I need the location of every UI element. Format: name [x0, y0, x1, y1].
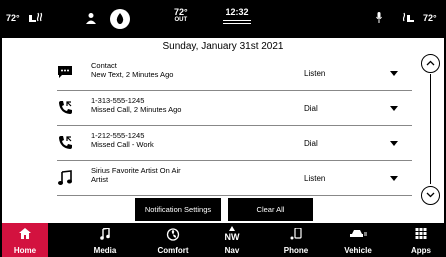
clock: 12:32 [222, 7, 252, 24]
nav-vehicle-label: Vehicle [344, 246, 372, 255]
home-icon [19, 228, 31, 239]
chevron-down-icon[interactable] [390, 176, 398, 181]
notification-panel: Sunday, January 31st 2021 Contact New Te… [2, 38, 444, 223]
notification-date: Sunday, January 31st 2021 [162, 41, 284, 52]
nav-media[interactable]: Media [82, 223, 128, 257]
nav-comfort-label: Comfort [157, 246, 189, 255]
notification-subtitle: Missed Call, 2 Minutes Ago [91, 105, 182, 114]
dial-action[interactable]: Dial [304, 104, 318, 113]
chevron-down-icon[interactable] [390, 141, 398, 146]
notification-subtitle: New Text, 2 Minutes Ago [91, 70, 174, 79]
apps-grid-icon [415, 228, 427, 239]
notification-title: Contact [91, 61, 117, 70]
status-bar: 72° 72° OUT 12:32 72° [0, 0, 446, 38]
nav-phone[interactable]: Phone [275, 223, 317, 257]
passenger-seat-icon[interactable] [402, 11, 419, 25]
nav-nav-label: Nav [224, 246, 240, 255]
nav-media-label: Media [93, 246, 117, 255]
notification-row[interactable]: 1-313-555-1245 Missed Call, 2 Minutes Ag… [57, 92, 412, 126]
notification-title: Sirius Favorite Artist On Air [91, 166, 181, 175]
scroll-up-button[interactable] [421, 54, 440, 73]
message-icon [57, 65, 79, 83]
notification-row[interactable]: 1-212-555-1245 Missed Call - Work Dial [57, 127, 412, 161]
missed-call-icon [57, 100, 79, 118]
listen-action[interactable]: Listen [304, 174, 325, 183]
user-profile-icon[interactable] [86, 12, 96, 26]
nav-apps-label: Apps [411, 246, 431, 255]
chevron-down-icon[interactable] [390, 71, 398, 76]
nav-navigation[interactable]: NW Nav [212, 223, 252, 257]
music-note-icon [57, 170, 79, 188]
outside-temp-value: 72° [174, 7, 188, 17]
notification-row[interactable]: Contact New Text, 2 Minutes Ago Listen [57, 57, 412, 91]
nav-comfort[interactable]: Comfort [148, 223, 198, 257]
scroll-track[interactable] [430, 74, 431, 184]
notification-row[interactable]: Sirius Favorite Artist On Air Artist Lis… [57, 162, 412, 196]
chevron-down-icon[interactable] [390, 106, 398, 111]
nav-home[interactable]: Home [2, 223, 48, 257]
scroll-down-button[interactable] [421, 186, 440, 205]
notification-title: 1-313-555-1245 [91, 96, 145, 105]
clock-underline [223, 20, 251, 21]
music-icon [100, 228, 110, 240]
clear-all-button[interactable]: Clear All [228, 198, 313, 221]
car-icon [350, 230, 367, 237]
outside-temp-label: OUT [174, 17, 188, 23]
bottom-nav: Home Media Comfort NW Nav Phone Vehicle … [0, 223, 446, 257]
clock-time: 12:32 [225, 7, 249, 17]
microphone-icon[interactable] [376, 12, 382, 25]
notification-title: 1-212-555-1245 [91, 131, 145, 140]
notification-settings-button[interactable]: Notification Settings [135, 198, 221, 221]
driver-temperature[interactable]: 72° [6, 13, 20, 23]
missed-call-icon [57, 135, 79, 153]
dial-action[interactable]: Dial [304, 139, 318, 148]
passenger-temperature[interactable]: 72° [423, 13, 437, 23]
nav-home-label: Home [13, 246, 37, 255]
nav-vehicle[interactable]: Vehicle [335, 223, 381, 257]
home-shortcut-button[interactable] [110, 9, 130, 29]
clock-underline [223, 23, 251, 24]
nav-phone-label: Phone [283, 246, 309, 255]
listen-action[interactable]: Listen [304, 69, 325, 78]
seat-heat-icon[interactable] [27, 11, 45, 25]
compass-heading: NW [224, 232, 240, 242]
outside-temperature: 72° OUT [174, 8, 188, 24]
phone-icon [290, 228, 302, 240]
climate-fan-icon [166, 228, 180, 241]
nav-apps[interactable]: Apps [400, 223, 442, 257]
notification-subtitle: Missed Call - Work [91, 140, 154, 149]
notification-subtitle: Artist [91, 175, 109, 184]
compass-arrow-icon [229, 226, 235, 231]
